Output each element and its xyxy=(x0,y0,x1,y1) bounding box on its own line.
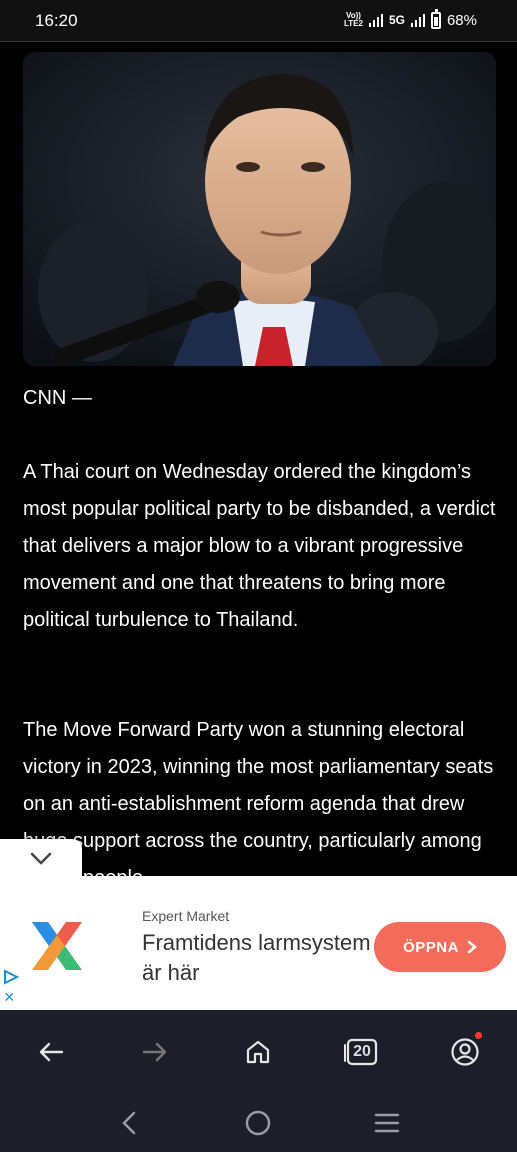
browser-toolbar: 20 xyxy=(0,1010,517,1092)
arrow-left-icon xyxy=(39,1042,64,1062)
ad-open-button[interactable]: ÖPPNA xyxy=(374,922,506,972)
back-button[interactable] xyxy=(31,1032,71,1072)
system-navigation-bar xyxy=(0,1092,517,1152)
chevron-left-icon xyxy=(122,1111,136,1135)
account-icon xyxy=(451,1038,479,1066)
article-paragraph: A Thai court on Wednesday ordered the ki… xyxy=(23,461,496,631)
network-type-label: 5G xyxy=(388,13,405,27)
ad-brand: Expert Market xyxy=(142,908,230,924)
status-bar: 16:20 Vo)) LTE2 5G 68% xyxy=(0,0,517,42)
system-back-button[interactable] xyxy=(112,1106,146,1140)
account-button[interactable] xyxy=(445,1032,485,1072)
status-icons: Vo)) LTE2 5G 68% xyxy=(344,8,477,31)
home-icon xyxy=(246,1040,270,1064)
signal-strength-icon xyxy=(368,13,383,27)
article-byline: CNN — xyxy=(23,387,92,409)
volte-icon: Vo)) LTE2 xyxy=(344,12,363,28)
article-hero-image[interactable] xyxy=(23,52,496,366)
forward-button[interactable] xyxy=(135,1032,175,1072)
ad-open-label: ÖPPNA xyxy=(403,938,459,956)
portrait-photo-icon xyxy=(23,52,496,366)
home-button[interactable] xyxy=(238,1032,278,1072)
expert-market-logo-icon xyxy=(32,922,82,970)
ad-close-button[interactable]: × xyxy=(4,988,15,1006)
tabs-button[interactable]: 20 xyxy=(342,1032,382,1072)
chevron-right-icon xyxy=(467,940,477,954)
collapse-ad-button[interactable] xyxy=(0,839,82,879)
tabs-count: 20 xyxy=(353,1043,371,1060)
status-time: 16:20 xyxy=(35,11,78,30)
battery-icon xyxy=(430,8,441,29)
adchoices-icon[interactable] xyxy=(3,969,19,985)
system-recents-button[interactable] xyxy=(370,1106,404,1140)
notification-dot xyxy=(475,1032,482,1039)
ad-title[interactable]: Framtidens larmsystem är här xyxy=(142,928,372,988)
volte-line-2: LTE2 xyxy=(343,19,363,28)
signal-strength-2-icon xyxy=(410,13,425,27)
circle-home-icon xyxy=(245,1110,271,1136)
chevron-down-icon xyxy=(30,852,52,865)
arrow-right-icon xyxy=(142,1042,167,1062)
ad-banner[interactable]: Expert Market Framtidens larmsystem är h… xyxy=(0,876,517,1010)
system-home-button[interactable] xyxy=(241,1106,275,1140)
battery-percent: 68% xyxy=(446,11,477,29)
article-paragraph: The Move Forward Party won a stunning el… xyxy=(23,719,494,889)
menu-lines-icon xyxy=(374,1113,400,1133)
